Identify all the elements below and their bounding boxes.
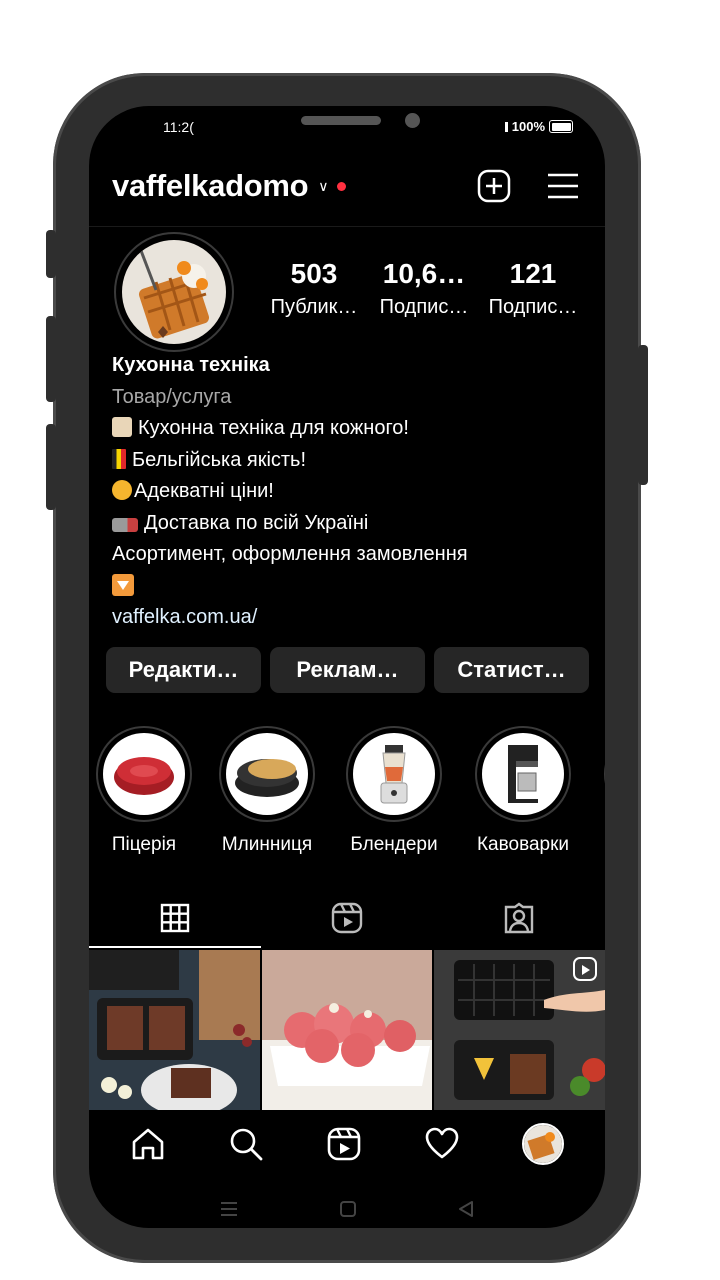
highlight-item[interactable]: Млинниця: [219, 726, 315, 856]
bio-text-4: Доставка по всій Україні: [144, 511, 369, 534]
story-highlights: Піцерія Млинниця Блендери Кавоварки: [96, 726, 605, 856]
highlight-ring: [346, 726, 442, 822]
tab-reels[interactable]: [261, 888, 433, 948]
battery-icon: [549, 120, 573, 133]
highlight-label: П: [604, 834, 605, 856]
edit-profile-button[interactable]: Редакти…: [106, 647, 261, 693]
stat-posts[interactable]: 503 Публик…: [259, 258, 369, 319]
screen: 11:2( 100% vaffelkadomo ∨ 503 Публик… 10…: [89, 106, 605, 1228]
highlight-ring: [96, 726, 192, 822]
battery-percent: 100%: [511, 119, 545, 134]
profile-header: vaffelkadomo ∨: [112, 166, 579, 206]
front-camera: [405, 113, 420, 128]
bio-line-6: [112, 571, 582, 603]
post-thumbnail[interactable]: [89, 950, 260, 1110]
highlight-crepe-maker-image: [226, 733, 308, 815]
phone-mute-switch: [46, 230, 56, 278]
insights-button[interactable]: Статист…: [434, 647, 589, 693]
home-button-icon[interactable]: [339, 1200, 357, 1218]
bio-text-3: Адекватні ціни!: [134, 480, 274, 502]
notification-dot: [336, 181, 346, 191]
avatar[interactable]: [114, 232, 234, 352]
reels-icon[interactable]: [326, 1126, 362, 1162]
avatar-image: [122, 240, 226, 344]
bio-text-1: Кухонна техніка для кожного!: [138, 417, 409, 439]
highlight-ring: [604, 726, 605, 822]
bio-line-4: Доставка по всій Україні: [112, 508, 582, 540]
tab-tagged[interactable]: [433, 888, 605, 948]
recent-apps-icon[interactable]: [219, 1200, 239, 1218]
status-time: 11:2(: [163, 119, 194, 135]
hamburger-icon[interactable]: [547, 172, 579, 200]
bio-text-2: Бельгійська якість!: [132, 448, 307, 471]
down-arrow-button-icon: [112, 573, 134, 596]
plus-square-icon[interactable]: [477, 169, 511, 203]
status-indicators: 100%: [504, 119, 573, 134]
bio-line-2: Бельгійська якість!: [112, 445, 582, 477]
stat-followers[interactable]: 10,6… Подпис…: [369, 258, 479, 319]
highlight-item[interactable]: Блендери: [346, 726, 442, 856]
stat-following[interactable]: 121 Подпис…: [478, 258, 588, 319]
ad-tools-button[interactable]: Реклам…: [270, 647, 425, 693]
ok-hand-icon: [112, 480, 132, 500]
highlight-ring: [475, 726, 571, 822]
post-thumbnail[interactable]: [261, 950, 433, 1110]
back-icon[interactable]: [457, 1200, 475, 1218]
reels-icon: [331, 902, 363, 934]
header-divider: [89, 226, 605, 227]
phone-volume-up: [46, 316, 56, 402]
followers-label: Подпис…: [379, 296, 469, 318]
bio-line-3: Адекватні ціни!: [112, 476, 582, 508]
heart-icon[interactable]: [424, 1126, 460, 1162]
chevron-down-icon[interactable]: ∨: [318, 178, 328, 195]
bio-line-1: Кухонна техніка для кожного!: [112, 413, 582, 445]
signal-icon: [504, 121, 508, 132]
tab-grid[interactable]: [89, 888, 261, 948]
highlight-item[interactable]: Піцерія: [96, 726, 192, 856]
bottom-navigation: [89, 1110, 605, 1178]
website-link[interactable]: vaffelka.com.ua/: [112, 602, 582, 634]
truck-icon: [112, 517, 138, 532]
system-navigation-bar: [89, 1191, 605, 1227]
profile-name: Кухонна техніка: [112, 354, 270, 376]
chef-emoji-icon: [112, 417, 132, 437]
bio: Кухонна техніка Товар/услуга Кухонна тех…: [112, 350, 582, 634]
profile-tabs: [89, 888, 605, 948]
posts-count: 503: [290, 258, 338, 289]
profile-category: Товар/услуга: [112, 385, 232, 408]
posts-grid: [89, 950, 605, 1110]
highlight-blender-image: [353, 733, 435, 815]
notch: [199, 106, 495, 146]
speaker: [301, 116, 381, 125]
highlight-item[interactable]: Кавоварки: [475, 726, 571, 856]
profile-avatar[interactable]: [522, 1123, 564, 1165]
highlight-label: Млинниця: [221, 834, 313, 855]
search-icon[interactable]: [228, 1126, 264, 1162]
highlight-label: Піцерія: [111, 834, 177, 855]
phone-volume-down: [46, 424, 56, 510]
phone-power-button: [638, 345, 648, 485]
posts-label: Публик…: [270, 296, 358, 318]
tagged-icon: [504, 902, 534, 934]
highlight-label: Блендери: [350, 834, 438, 855]
username[interactable]: vaffelkadomo: [112, 168, 309, 204]
bio-text-5: Асортимент, оформлення замовлення: [112, 543, 468, 565]
belgium-flag-icon: [112, 448, 126, 469]
following-count: 121: [509, 258, 557, 289]
highlight-coffee-maker-image: [482, 733, 564, 815]
highlight-ring: [219, 726, 315, 822]
following-label: Подпис…: [488, 296, 578, 318]
highlight-pizza-maker-image: [103, 733, 185, 815]
home-icon[interactable]: [130, 1126, 166, 1162]
highlight-label: Кавоварки: [476, 834, 570, 855]
highlight-item[interactable]: П: [604, 726, 605, 856]
profile-actions: Редакти… Реклам… Статист…: [106, 647, 589, 693]
grid-icon: [160, 903, 190, 933]
followers-count: 10,6…: [382, 258, 466, 289]
post-thumbnail[interactable]: [434, 950, 605, 1110]
